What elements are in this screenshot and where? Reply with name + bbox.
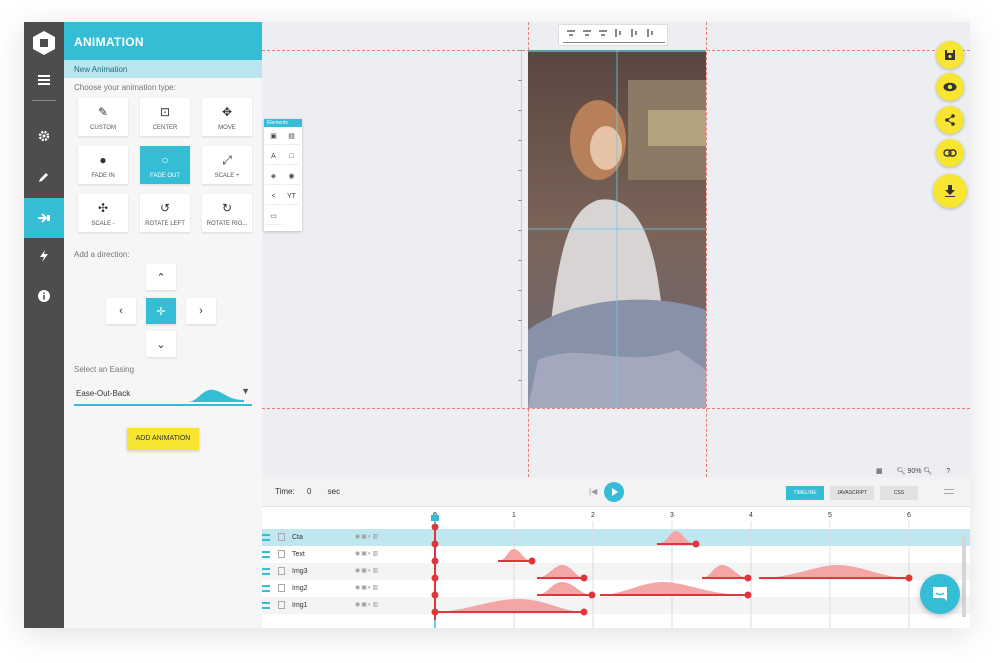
zoom-in-icon[interactable]: 🔍︎: [923, 468, 932, 475]
guide-line-right: [706, 22, 707, 477]
center-target-icon: ✛: [156, 305, 166, 318]
tab-timeline[interactable]: TIMELINE: [786, 486, 824, 500]
pencil-icon: ✎: [97, 104, 109, 119]
drop-filled-icon: ●: [99, 152, 107, 167]
youtube-element-icon[interactable]: YT: [283, 188, 300, 205]
type-center-button[interactable]: ⊡ CENTER: [140, 98, 190, 136]
elements-title: Elements: [264, 119, 302, 127]
time-unit: sec: [327, 487, 341, 496]
zoom-controls: ▦ 🔍︎ 90% 🔍︎ ?: [876, 467, 950, 475]
vertical-ruler: [508, 50, 522, 408]
easing-select[interactable]: Ease-Out-Back ▼: [74, 380, 252, 406]
timeline-keyframes[interactable]: [262, 507, 970, 628]
timeline-panel: Time: 0 sec |◀ TIMELINE JAVASCRIPT CSS 0…: [262, 477, 970, 628]
share-element-icon[interactable]: <: [265, 188, 282, 205]
add-animation-button[interactable]: ADD ANIMATION: [127, 428, 199, 450]
share-icon: [945, 114, 955, 126]
help-icon[interactable]: ?: [946, 468, 950, 475]
animation-panel: ANIMATION New Animation Choose your anim…: [64, 22, 262, 628]
type-fade-out-button[interactable]: ○ FADE OUT: [140, 146, 190, 184]
editor-window: ANIMATION New Animation Choose your anim…: [24, 22, 970, 628]
tab-javascript[interactable]: JAVASCRIPT: [830, 486, 874, 500]
info-icon[interactable]: [24, 276, 64, 316]
frame-element-icon[interactable]: ▭: [265, 208, 282, 225]
video-element-icon[interactable]: ▤: [283, 128, 300, 145]
lightning-icon[interactable]: [24, 236, 64, 276]
fit-screen-icon[interactable]: ▦: [876, 468, 883, 475]
center-focus-icon: ⊡: [159, 104, 171, 119]
type-scale-up-button[interactable]: ⤢ SCALE +: [202, 146, 252, 184]
app-logo-icon[interactable]: [31, 30, 57, 56]
type-fade-in-button[interactable]: ● FADE IN: [78, 146, 128, 184]
preview-button[interactable]: [936, 73, 964, 101]
choose-type-label: Choose your animation type:: [74, 83, 176, 92]
type-scale-down-button[interactable]: ✣ SCALE -: [78, 194, 128, 232]
chevron-up-icon: ⌃: [156, 271, 166, 284]
easing-label: Select an Easing: [74, 365, 135, 374]
direction-right-button[interactable]: ›: [186, 298, 216, 324]
chat-icon: [933, 587, 947, 601]
save-icon: [945, 50, 955, 60]
direction-up-button[interactable]: ⌃: [146, 264, 176, 290]
edit-pencil-icon[interactable]: [24, 157, 64, 197]
download-button[interactable]: [933, 174, 967, 208]
animation-icon[interactable]: [24, 198, 64, 238]
skip-back-icon[interactable]: |◀: [589, 487, 597, 496]
shape-element-icon[interactable]: □: [283, 148, 300, 165]
stage-canvas[interactable]: Elements ▣ ▤ A □ ◈ ◉ < YT ▭: [262, 22, 970, 477]
rail-divider: [32, 100, 56, 101]
gallery-element-icon[interactable]: ◉: [283, 168, 300, 185]
play-icon: [612, 488, 618, 496]
panel-title: ANIMATION: [64, 22, 262, 60]
save-button[interactable]: [936, 41, 964, 69]
time-value: 0: [306, 487, 312, 496]
link-icon: [943, 149, 957, 157]
stage-image[interactable]: [528, 50, 706, 408]
drop-outline-icon: ○: [161, 152, 169, 167]
align-toolbar[interactable]: [558, 24, 668, 46]
easing-curve-preview: [188, 389, 244, 402]
rotate-right-icon: ↻: [221, 200, 233, 215]
type-rotate-left-button[interactable]: ↺ ROTATE LEFT: [140, 194, 190, 232]
panel-subtitle: New Animation: [64, 60, 262, 78]
eye-icon: [943, 82, 957, 92]
menu-icon[interactable]: [24, 60, 64, 100]
download-icon: [945, 185, 955, 197]
image-element-icon[interactable]: ▣: [265, 128, 282, 145]
dropdown-caret-icon: ▼: [241, 386, 250, 396]
direction-left-button[interactable]: ‹: [106, 298, 136, 324]
move-arrows-icon: ✥: [221, 104, 233, 119]
type-custom-button[interactable]: ✎ CUSTOM: [78, 98, 128, 136]
chevron-down-icon: ⌄: [156, 338, 166, 351]
chat-support-button[interactable]: [920, 574, 960, 614]
zoom-level: 90%: [907, 468, 922, 475]
timeline-menu-icon[interactable]: [944, 489, 954, 494]
type-rotate-right-button[interactable]: ↻ ROTATE RIG...: [202, 194, 252, 232]
shrink-icon: ✣: [97, 200, 109, 215]
share-button[interactable]: [936, 106, 964, 134]
tab-css[interactable]: CSS: [880, 486, 918, 500]
chevron-right-icon: ›: [199, 305, 203, 317]
direction-down-button[interactable]: ⌄: [146, 331, 176, 357]
timeline-toolbar: Time: 0 sec |◀ TIMELINE JAVASCRIPT CSS: [262, 477, 970, 507]
link-button[interactable]: [936, 139, 964, 167]
zoom-out-icon[interactable]: 🔍︎: [897, 468, 906, 475]
chevron-left-icon: ‹: [119, 305, 123, 317]
time-readout: Time: 0 sec: [275, 487, 340, 496]
expand-icon: ⤢: [222, 152, 232, 167]
play-button[interactable]: [604, 482, 624, 502]
guide-line-bottom: [262, 408, 970, 409]
button-element-icon[interactable]: ◈: [265, 168, 282, 185]
text-element-icon[interactable]: A: [265, 148, 282, 165]
easing-value: Ease-Out-Back: [76, 389, 131, 398]
elements-palette: Elements ▣ ▤ A □ ◈ ◉ < YT ▭: [264, 119, 302, 231]
left-rail: [24, 22, 64, 628]
direction-center-button[interactable]: ✛: [146, 298, 176, 324]
type-move-button[interactable]: ✥ MOVE: [202, 98, 252, 136]
direction-label: Add a direction:: [74, 250, 130, 259]
settings-gear-icon[interactable]: [24, 116, 64, 156]
time-label: Time:: [275, 487, 295, 496]
rotate-left-icon: ↺: [159, 200, 171, 215]
